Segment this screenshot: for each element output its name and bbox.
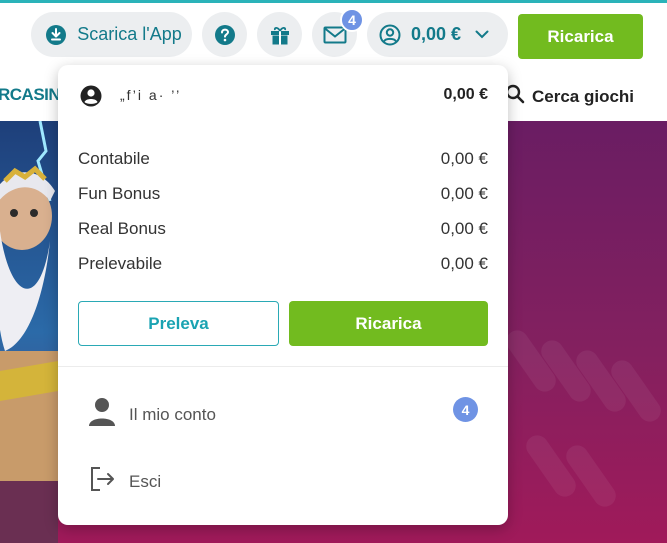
download-app-button[interactable]: Scarica l'App [31, 12, 192, 57]
account-total-balance: 0,00 € [443, 86, 488, 103]
chevron-down-icon [475, 30, 489, 39]
balance-row-value: 0,00 € [440, 148, 488, 168]
game-character-art [0, 121, 58, 543]
balance-breakdown: Contabile 0,00 € Fun Bonus 0,00 € Real B… [78, 141, 488, 281]
balance-row-label: Real Bonus [78, 218, 166, 238]
balance-row-real-bonus: Real Bonus 0,00 € [78, 211, 488, 246]
logout-label: Esci [129, 471, 162, 491]
header-ricarica-button[interactable]: Ricarica [518, 14, 643, 59]
search-icon [505, 84, 525, 109]
balance-row-value: 0,00 € [440, 218, 488, 238]
user-circle-icon [379, 24, 401, 46]
header: Scarica l'App 4 0,00 € Ricarica [0, 3, 667, 65]
balance-row-label: Fun Bonus [78, 183, 161, 203]
balance-row-value: 0,00 € [440, 253, 488, 273]
divider [58, 366, 508, 367]
balance-row-value: 0,00 € [440, 183, 488, 203]
user-circle-icon [80, 85, 102, 112]
help-button[interactable] [202, 12, 247, 57]
username: „f’i a· ’’ [120, 87, 182, 103]
balance-row-prelevabile: Prelevabile 0,00 € [78, 246, 488, 281]
account-summary: „f’i a· ’’ 0,00 € [58, 65, 508, 127]
balance-row-fun-bonus: Fun Bonus 0,00 € [78, 176, 488, 211]
search-games-label: Cerca giochi [532, 86, 635, 106]
preleva-button[interactable]: Preleva [78, 301, 279, 346]
my-account-link[interactable]: Il mio conto [88, 397, 216, 432]
question-icon [214, 24, 236, 46]
ricarica-button[interactable]: Ricarica [289, 301, 488, 346]
account-dropdown: „f’i a· ’’ 0,00 € Contabile 0,00 € Fun B… [58, 65, 508, 525]
messages-count-badge: 4 [340, 8, 364, 32]
account-balance-toggle[interactable]: 0,00 € [367, 12, 508, 57]
balance-row-label: Prelevabile [78, 253, 163, 273]
download-app-label: Scarica l'App [77, 24, 182, 44]
gift-button[interactable] [257, 12, 302, 57]
logout-icon [88, 466, 116, 497]
balance-row-label: Contabile [78, 148, 150, 168]
balance-row-contabile: Contabile 0,00 € [78, 141, 488, 176]
header-balance: 0,00 € [411, 24, 462, 44]
my-account-badge: 4 [453, 397, 478, 422]
gift-icon [269, 24, 291, 46]
my-account-label: Il mio conto [129, 404, 216, 424]
person-icon [88, 397, 116, 432]
logout-link[interactable]: Esci [88, 466, 161, 497]
search-games-button[interactable]: Cerca giochi [505, 84, 634, 109]
download-icon [45, 24, 67, 46]
